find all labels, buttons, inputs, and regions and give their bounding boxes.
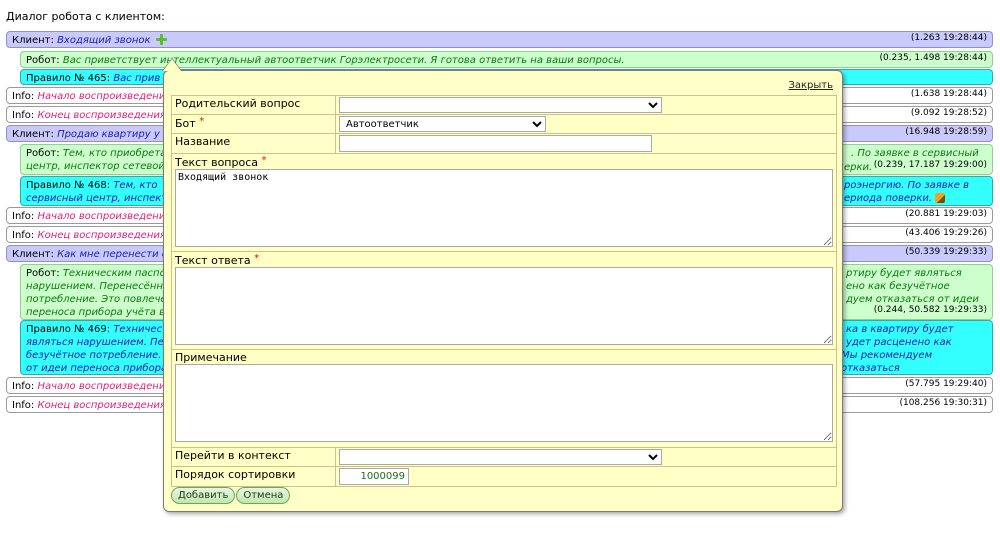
row-speaker: Робот: xyxy=(26,268,60,279)
answer-text-label: Текст ответа * xyxy=(175,253,260,267)
row-text-fragment: Мы рекомендуем отказаться xyxy=(841,350,933,374)
row-timestamp: (1.638 19:28:44) xyxy=(910,89,987,99)
row-text: Начало воспроизведени xyxy=(37,211,166,222)
row-text: Начало воспроизведени xyxy=(37,91,166,102)
row-text: Входящий звонок xyxy=(57,35,151,46)
row-speaker: Info: xyxy=(12,400,35,411)
row-timestamp: (0.235, 1.498 19:28:44) xyxy=(879,53,987,63)
name-label: Название xyxy=(171,133,336,154)
row-text: Техничес xyxy=(113,324,163,335)
row-speaker: Info: xyxy=(12,91,35,102)
edit-question-dialog: Закрыть Родительский вопрос Бот * Автоот… xyxy=(162,58,843,512)
question-form: Родительский вопрос Бот * Автоответчик Н… xyxy=(171,95,837,487)
row-timestamp: (9.092 19:28:52) xyxy=(910,108,987,118)
row-speaker: Робот: xyxy=(26,148,60,159)
row-timestamp: (20.881 19:29:03) xyxy=(905,209,987,219)
required-mark: * xyxy=(199,116,205,127)
dialog-buttons: Добавить Отмена xyxy=(171,487,291,504)
context-label: Перейти в контекст xyxy=(171,447,336,467)
context-select[interactable] xyxy=(339,449,662,465)
required-mark: * xyxy=(261,155,267,166)
row-timestamp: (0.244, 50.582 19:29:33) xyxy=(873,305,987,315)
add-icon[interactable] xyxy=(155,34,167,45)
note-text-area[interactable] xyxy=(175,364,833,442)
parent-question-select[interactable] xyxy=(339,97,662,113)
cancel-button[interactable]: Отмена xyxy=(236,487,291,504)
row-text: Вас приветствует интеллектуальный автоот… xyxy=(62,55,625,66)
close-link[interactable]: Закрыть xyxy=(788,80,833,91)
question-text-area[interactable]: Входящий звонок xyxy=(175,169,833,247)
row-text: Конец воспроизведения xyxy=(37,400,166,411)
row-timestamp: (50.339 19:29:33) xyxy=(905,247,987,257)
row-timestamp: (0.239, 17.187 19:29:00) xyxy=(873,160,987,170)
row-text-fragment: ртиру будет являться xyxy=(846,268,962,279)
row-speaker: Info: xyxy=(12,110,35,121)
sort-order-label: Порядок сортировки xyxy=(171,466,336,487)
row-text-fragment: ерки. xyxy=(844,162,873,173)
row-text-fragment: роэнергию. По заявке в xyxy=(844,180,969,191)
row-text: Как мне перенести сч xyxy=(57,249,174,260)
page-title: Диалог робота с клиентом: xyxy=(6,10,165,23)
answer-text-area[interactable] xyxy=(175,267,833,345)
row-speaker: Info: xyxy=(12,230,35,241)
row-timestamp: (43.406 19:29:26) xyxy=(905,228,987,238)
row-text: Продаю квартиру у м xyxy=(57,129,171,140)
bot-label: Бот * xyxy=(171,114,336,134)
row-text: Тем, кто приобрета xyxy=(62,148,167,159)
row-timestamp: (57.795 19:29:40) xyxy=(905,379,987,389)
name-input[interactable] xyxy=(339,135,652,152)
row-speaker: Робот: xyxy=(26,55,60,66)
dialog-pointer xyxy=(162,58,182,71)
row-speaker: Правило № 468: xyxy=(26,180,111,191)
row-speaker: Info: xyxy=(12,381,35,392)
bot-select[interactable]: Автоответчик xyxy=(339,116,546,132)
note-label: Примечание xyxy=(175,351,247,364)
row-text: Тем, кто xyxy=(113,180,158,191)
add-button[interactable]: Добавить xyxy=(171,487,236,504)
row-speaker: Правило № 469: xyxy=(26,324,111,335)
row-timestamp: (1.263 19:28:44) xyxy=(910,33,987,43)
row-text: Техническим паспор xyxy=(62,268,173,279)
required-mark: * xyxy=(254,253,260,264)
row-speaker: Правило № 465: xyxy=(26,73,111,84)
row-text: Начало воспроизведени xyxy=(37,381,166,392)
row-speaker: Клиент: xyxy=(12,35,54,46)
sort-order-input[interactable] xyxy=(339,468,409,485)
row-text-fragment: ено как безучётное xyxy=(846,281,950,292)
row-text: Конец воспроизведения xyxy=(37,110,166,121)
row-speaker: Info: xyxy=(12,211,35,222)
row-speaker: Клиент: xyxy=(12,129,54,140)
dialog-row-client[interactable]: Клиент: Входящий звонок (1.263 19:28:44) xyxy=(6,31,993,48)
parent-question-label: Родительский вопрос xyxy=(171,95,336,115)
row-timestamp: (16.948 19:28:59) xyxy=(905,127,987,137)
row-speaker: Клиент: xyxy=(12,249,54,260)
row-timestamp: (108.256 19:30:31) xyxy=(899,398,987,408)
row-text: Конец воспроизведения xyxy=(37,230,166,241)
edit-icon[interactable] xyxy=(935,193,946,203)
row-text: Вас прив xyxy=(113,73,161,84)
row-text-fragment: ериода поверки. xyxy=(844,193,933,204)
question-text-label: Текст вопроса * xyxy=(175,155,267,169)
row-text-fragment: удет расценено как xyxy=(846,337,952,348)
row-text-fragment: ка в квартиру будет xyxy=(846,324,954,335)
